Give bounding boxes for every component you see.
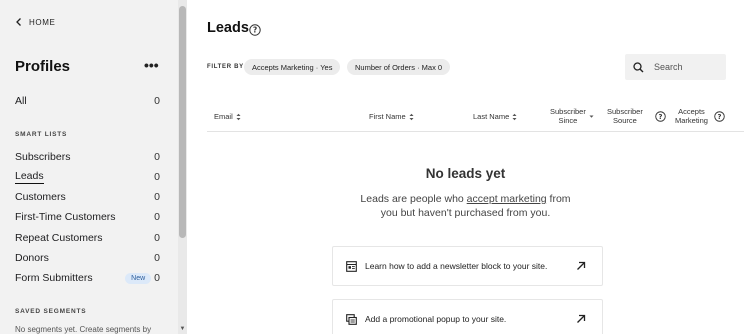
newsletter-block-card[interactable]: Learn how to add a newsletter block to y… (332, 246, 603, 286)
search-icon (633, 61, 644, 72)
card-label: Learn how to add a newsletter block to y… (365, 261, 548, 271)
column-email[interactable]: Email (214, 112, 241, 121)
svg-text:?: ? (253, 26, 257, 35)
sidebar-item-count: 0 (154, 151, 160, 163)
sidebar-item-label: First-Time Customers (15, 211, 116, 223)
table-header: Email First Name Last Name Subscriber Si… (207, 104, 744, 132)
sidebar-scrollbar-thumb[interactable] (179, 6, 186, 238)
sidebar-item-all[interactable]: All 0 (15, 94, 160, 108)
help-icon[interactable]: ? (655, 111, 666, 122)
home-label: HOME (29, 17, 56, 27)
scroll-down-icon[interactable]: ▼ (179, 326, 186, 332)
column-label: Last Name (473, 112, 510, 121)
empty-state-title: No leads yet (425, 166, 506, 181)
search-box[interactable] (625, 54, 726, 80)
smart-lists-heading: SMART LISTS (15, 131, 68, 138)
sidebar-item-subscribers[interactable]: Subscribers 0 (15, 150, 160, 164)
column-subscriber-source: Subscriber Source (607, 107, 643, 125)
column-last-name[interactable]: Last Name (473, 112, 517, 121)
sidebar-item-count: 0 (154, 252, 160, 264)
saved-segments-heading: SAVED SEGMENTS (15, 308, 87, 315)
accept-marketing-link[interactable]: accept marketing (467, 193, 547, 205)
sidebar-item-count: 0 (154, 95, 160, 107)
column-label: Accepts (678, 107, 705, 116)
help-icon[interactable]: ? (714, 111, 725, 122)
column-label: First Name (369, 112, 406, 121)
sidebar-item-count: 0 (154, 272, 160, 284)
sidebar-item-first-time-customers[interactable]: First-Time Customers 0 (15, 210, 160, 224)
empty-state-text: Leads are people who (360, 193, 467, 205)
page-title: Leads (207, 20, 249, 36)
help-icon[interactable]: ? (249, 24, 261, 36)
sidebar-item-count: 0 (154, 171, 160, 183)
promotional-popup-card[interactable]: Add a promotional popup to your site. (332, 299, 603, 334)
sort-down-icon (589, 115, 594, 118)
sidebar-item-count: 0 (154, 211, 160, 223)
sidebar-title: Profiles (15, 58, 71, 75)
popup-icon (346, 313, 357, 325)
new-badge: New (125, 272, 152, 284)
svg-text:?: ? (659, 113, 663, 121)
empty-state-description: Leads are people who accept marketing fr… (187, 192, 744, 220)
arrow-up-right-icon (577, 261, 586, 270)
sidebar-item-repeat-customers[interactable]: Repeat Customers 0 (15, 231, 160, 245)
column-label-stack: Subscriber Since (550, 107, 586, 125)
filter-chip-number-of-orders[interactable]: Number of Orders · Max 0 (347, 59, 451, 75)
column-subscriber-since[interactable]: Subscriber Since (550, 107, 594, 125)
app: HOME Profiles ••• All 0 SMART LISTS Subs… (0, 0, 744, 334)
sort-icon (409, 113, 414, 120)
column-accepts-marketing: Accepts Marketing (675, 107, 708, 125)
column-label: Since (558, 116, 578, 125)
column-label: Email (214, 112, 233, 121)
column-label: Subscriber (550, 107, 586, 116)
sidebar-item-label: Leads (15, 170, 44, 184)
more-options-icon[interactable]: ••• (144, 58, 159, 72)
home-link[interactable]: HOME (14, 17, 55, 27)
sidebar-item-label: Repeat Customers (15, 232, 103, 244)
sidebar-item-form-submitters[interactable]: Form Submitters New 0 (15, 271, 160, 285)
sidebar-item-label: Form Submitters (15, 272, 93, 284)
column-label: Subscriber (607, 107, 643, 116)
sidebar-item-donors[interactable]: Donors 0 (15, 251, 160, 265)
svg-text:?: ? (718, 113, 722, 121)
sidebar-item-leads[interactable]: Leads 0 (15, 170, 160, 184)
sidebar-item-label: Donors (15, 252, 49, 264)
newsletter-icon (346, 260, 357, 272)
sidebar-item-label: Subscribers (15, 151, 71, 163)
main-content: Leads ? FILTER BY Accepts Marketing · Ye… (187, 0, 744, 334)
saved-segments-note: No segments yet. Create segments by (15, 325, 152, 334)
column-first-name[interactable]: First Name (369, 112, 414, 121)
sort-icon (512, 113, 517, 120)
filter-by-label: FILTER BY (207, 64, 244, 70)
sort-icon (236, 113, 241, 120)
sidebar-item-label: All (15, 95, 27, 107)
chevron-left-icon (16, 18, 21, 26)
card-label: Add a promotional popup to your site. (365, 314, 507, 324)
column-label: Source (613, 116, 637, 125)
sidebar: HOME Profiles ••• All 0 SMART LISTS Subs… (0, 0, 178, 334)
sidebar-item-count: 0 (154, 232, 160, 244)
empty-state-text: from (546, 193, 571, 205)
arrow-up-right-icon (577, 314, 586, 323)
sidebar-item-right: New 0 (125, 272, 160, 284)
search-input[interactable] (654, 62, 724, 72)
sidebar-item-customers[interactable]: Customers 0 (15, 190, 160, 204)
column-label-stack: Accepts Marketing (675, 107, 708, 125)
sidebar-item-label: Customers (15, 191, 66, 203)
column-label-stack: Subscriber Source (607, 107, 643, 125)
filter-chip-accepts-marketing[interactable]: Accepts Marketing · Yes (244, 59, 341, 75)
empty-state-text: you but haven't purchased from you. (380, 207, 551, 219)
column-label: Marketing (675, 116, 708, 125)
sidebar-item-count: 0 (154, 191, 160, 203)
